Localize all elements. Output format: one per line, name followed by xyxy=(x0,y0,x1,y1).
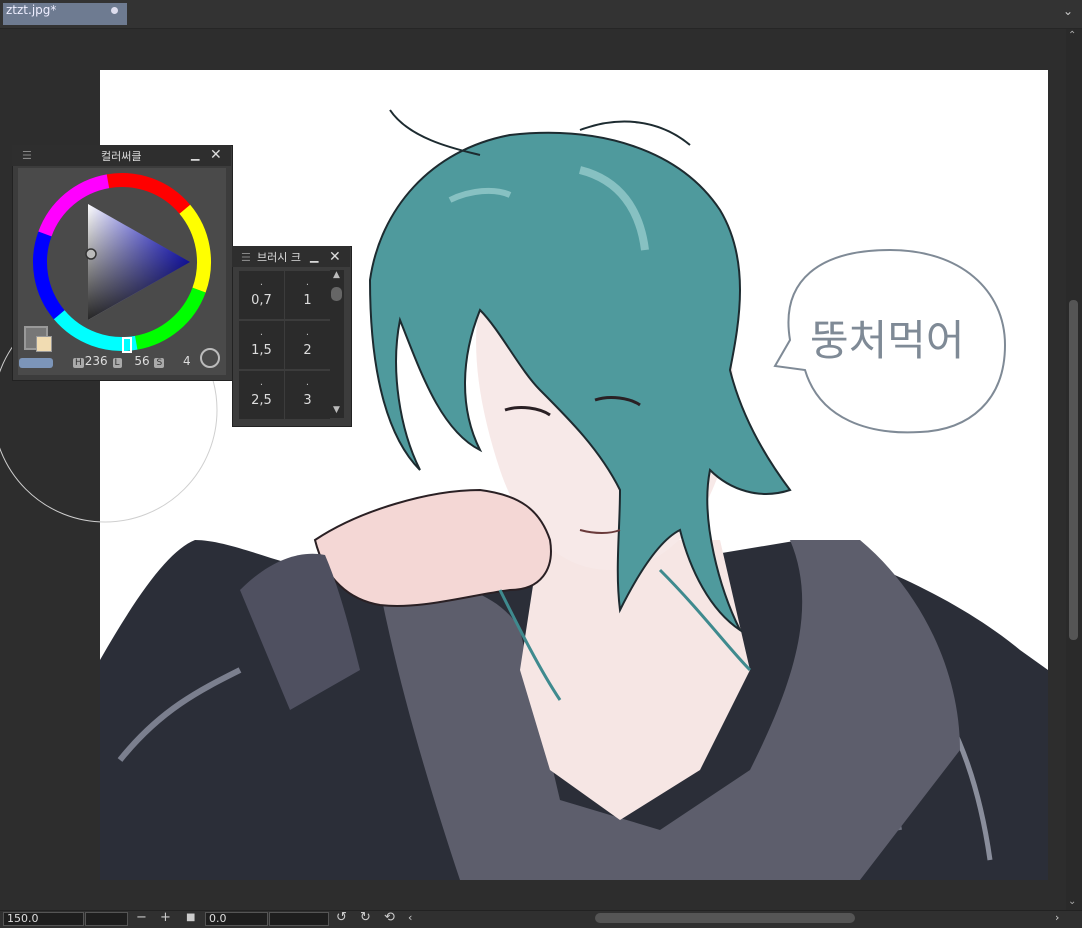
brush-size-scroll-thumb[interactable] xyxy=(331,287,342,301)
unsaved-dot-icon xyxy=(111,7,118,14)
rotate-left-icon[interactable]: ↺ xyxy=(336,910,347,925)
scroll-down-icon[interactable]: ⌄ xyxy=(1068,896,1076,907)
brush-size-option[interactable]: · 1,5 xyxy=(238,320,285,370)
chevron-down-icon[interactable]: ⌄ xyxy=(1063,4,1073,18)
zoom-in-button[interactable]: + xyxy=(160,910,171,925)
fit-view-button[interactable]: ■ xyxy=(186,912,195,923)
saturation-value: 4 xyxy=(183,354,191,368)
rotation-field[interactable]: 0.0 xyxy=(205,912,268,926)
drawing-canvas[interactable]: 뚱처먹어 xyxy=(100,70,1048,880)
hand-skin xyxy=(313,488,552,607)
rotation-slider[interactable] xyxy=(269,912,329,926)
sub-color-swatch[interactable] xyxy=(36,336,52,352)
scroll-down-icon[interactable]: ▼ xyxy=(333,405,340,415)
brush-size-panel-title: 브러시 크 xyxy=(257,251,301,264)
document-tab-title[interactable]: ztzt.jpg* xyxy=(6,3,56,17)
reset-rotation-icon[interactable]: ⟲ xyxy=(384,910,395,925)
horizontal-scroll-thumb[interactable] xyxy=(595,913,855,923)
color-wheel[interactable] xyxy=(18,168,226,354)
hls-readout: H 236 L 56 S 4 xyxy=(73,354,191,368)
close-icon[interactable]: ✕ xyxy=(210,147,222,163)
document-tab-bar xyxy=(0,0,1082,29)
minimize-icon[interactable]: ▁ xyxy=(310,250,318,263)
zoom-slider[interactable] xyxy=(85,912,128,926)
luminance-value: 56 xyxy=(134,354,150,368)
rotate-right-icon[interactable]: ↻ xyxy=(360,910,371,925)
brush-size-option[interactable]: · 0,7 xyxy=(238,270,285,320)
zoom-out-button[interactable]: − xyxy=(136,910,147,925)
minimize-icon[interactable]: ▁ xyxy=(191,148,199,161)
color-picker-marker xyxy=(85,248,97,260)
brush-size-option[interactable]: · 3 xyxy=(284,370,331,420)
speech-bubble-text: 뚱처먹어 xyxy=(810,316,965,365)
zoom-field[interactable]: 150.0 xyxy=(3,912,84,926)
transparent-color-icon[interactable] xyxy=(19,358,53,368)
color-circle-panel-title: 컬러써클 xyxy=(101,150,142,163)
close-icon[interactable]: ✕ xyxy=(329,249,341,265)
vertical-scroll-thumb[interactable] xyxy=(1069,300,1078,640)
scroll-left-icon[interactable]: ‹ xyxy=(408,911,412,924)
panel-menu-icon[interactable]: ☰ xyxy=(22,149,32,162)
color-space-toggle-icon[interactable] xyxy=(200,348,220,368)
scroll-up-icon[interactable]: ▲ xyxy=(333,270,340,280)
scroll-up-icon[interactable]: ⌃ xyxy=(1068,30,1076,41)
brush-size-option[interactable]: · 2,5 xyxy=(238,370,285,420)
hue-value: 236 xyxy=(84,354,108,368)
illustration: 뚱처먹어 xyxy=(100,109,1048,880)
brush-size-option[interactable]: · 1 xyxy=(284,270,331,320)
panel-menu-icon[interactable]: ☰ xyxy=(241,251,251,264)
scroll-right-icon[interactable]: › xyxy=(1055,911,1059,924)
brush-size-option[interactable]: · 2 xyxy=(284,320,331,370)
